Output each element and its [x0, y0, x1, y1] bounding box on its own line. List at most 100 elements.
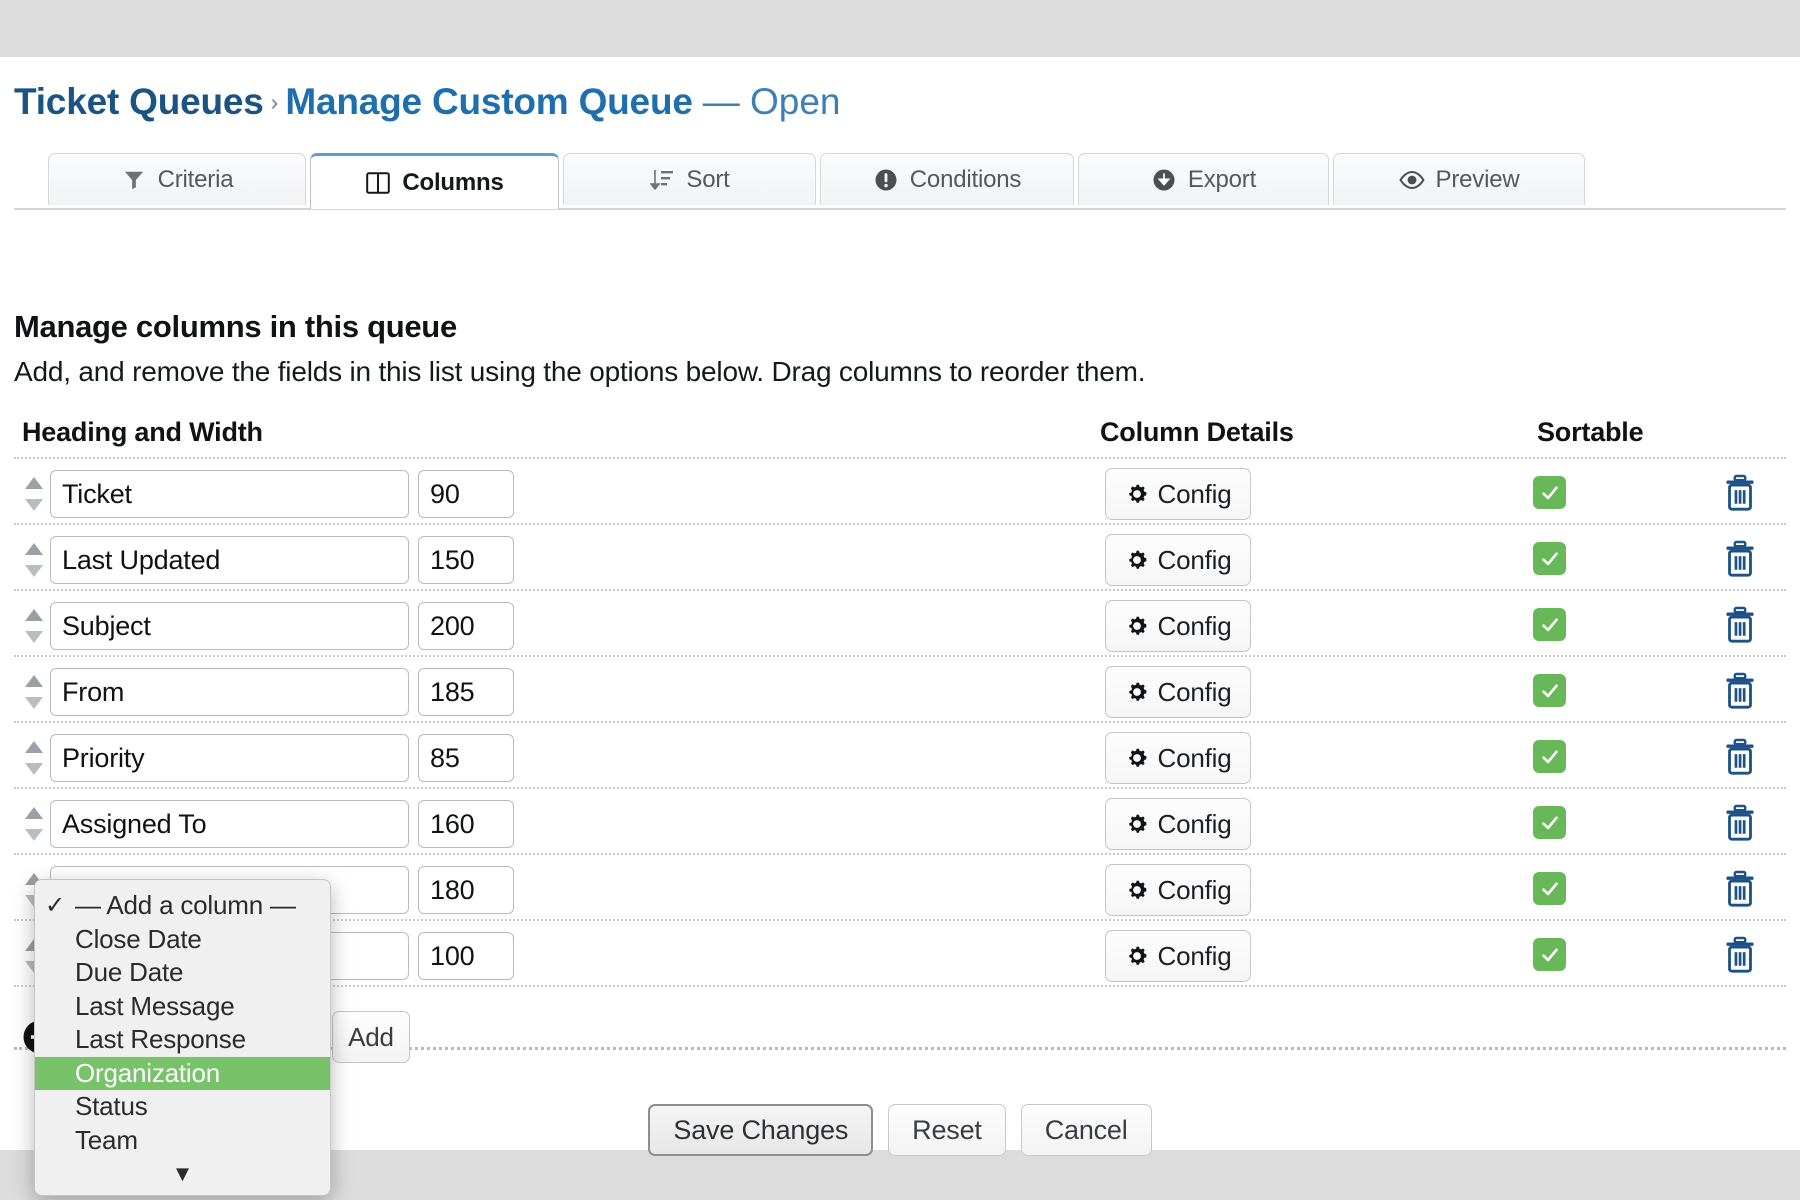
- sortable-checkbox[interactable]: [1533, 476, 1566, 509]
- sortable-checkbox[interactable]: [1533, 806, 1566, 839]
- add-button[interactable]: Add: [332, 1011, 410, 1063]
- download-circle-icon: [1151, 167, 1177, 193]
- row-separator: [14, 853, 1786, 855]
- config-button-label: Config: [1158, 875, 1232, 906]
- delete-column-icon[interactable]: [1723, 804, 1757, 842]
- config-button-label: Config: [1158, 611, 1232, 642]
- sortable-checkbox[interactable]: [1533, 608, 1566, 641]
- save-changes-button[interactable]: Save Changes: [648, 1104, 873, 1156]
- delete-column-icon[interactable]: [1723, 738, 1757, 776]
- gear-icon: [1125, 548, 1149, 572]
- add-column-dropdown-menu[interactable]: ✓— Add a column —Close DateDue DateLast …: [34, 879, 331, 1196]
- config-button[interactable]: Config: [1105, 864, 1251, 916]
- config-button[interactable]: Config: [1105, 468, 1251, 520]
- delete-column-icon[interactable]: [1723, 474, 1757, 512]
- table-row: Config: [0, 791, 1800, 857]
- column-width-input[interactable]: [418, 470, 514, 518]
- row-separator: [14, 721, 1786, 723]
- sortable-checkbox[interactable]: [1533, 674, 1566, 707]
- dropdown-item[interactable]: ✓— Add a column —: [35, 889, 330, 923]
- config-button[interactable]: Config: [1105, 798, 1251, 850]
- config-button[interactable]: Config: [1105, 930, 1251, 982]
- delete-column-icon[interactable]: [1723, 606, 1757, 644]
- drag-handle-icon[interactable]: [22, 673, 46, 711]
- column-width-input[interactable]: [418, 602, 514, 650]
- column-width-input[interactable]: [418, 734, 514, 782]
- column-width-input[interactable]: [418, 800, 514, 848]
- row-separator: [14, 589, 1786, 591]
- drag-handle-icon[interactable]: [22, 475, 46, 513]
- cancel-button[interactable]: Cancel: [1021, 1104, 1152, 1156]
- reset-button[interactable]: Reset: [888, 1104, 1006, 1156]
- dropdown-item[interactable]: Last Response: [35, 1023, 330, 1057]
- page-title: Manage columns in this queue: [14, 309, 457, 345]
- tab-criteria-label: Criteria: [158, 166, 234, 194]
- dropdown-item-label: Close Date: [75, 924, 330, 955]
- page-content: Ticket Queues›Manage Custom Queue— Open …: [0, 57, 1800, 1150]
- dropdown-item-label: Last Response: [75, 1024, 330, 1055]
- filter-icon: [121, 167, 147, 193]
- column-heading-input[interactable]: [50, 800, 409, 848]
- delete-column-icon[interactable]: [1723, 672, 1757, 710]
- column-width-input[interactable]: [418, 668, 514, 716]
- breadcrumb-current-page: Manage Custom Queue: [285, 81, 692, 122]
- breadcrumb-separator-icon: ›: [264, 89, 286, 115]
- column-width-input[interactable]: [418, 536, 514, 584]
- column-heading-input[interactable]: [50, 734, 409, 782]
- dropdown-item[interactable]: Close Date: [35, 923, 330, 957]
- breadcrumb: Ticket Queues›Manage Custom Queue— Open: [14, 79, 841, 125]
- column-heading-input[interactable]: [50, 536, 409, 584]
- delete-column-icon[interactable]: [1723, 936, 1757, 974]
- table-row: Config: [0, 725, 1800, 791]
- tab-columns-label: Columns: [402, 169, 503, 197]
- tab-columns[interactable]: Columns: [310, 153, 559, 209]
- config-button-label: Config: [1158, 743, 1232, 774]
- column-heading-input[interactable]: [50, 602, 409, 650]
- drag-handle-icon[interactable]: [22, 739, 46, 777]
- config-button[interactable]: Config: [1105, 732, 1251, 784]
- drag-handle-icon[interactable]: [22, 541, 46, 579]
- dropdown-item[interactable]: Team: [35, 1124, 330, 1158]
- tab-export[interactable]: Export: [1078, 153, 1329, 205]
- column-width-input[interactable]: [418, 866, 514, 914]
- dropdown-item[interactable]: Last Message: [35, 990, 330, 1024]
- gear-icon: [1125, 878, 1149, 902]
- tab-preview[interactable]: Preview: [1333, 153, 1585, 205]
- top-chrome-band: [0, 0, 1800, 57]
- column-heading-input[interactable]: [50, 470, 409, 518]
- tab-export-label: Export: [1188, 166, 1256, 194]
- config-button[interactable]: Config: [1105, 534, 1251, 586]
- dropdown-item[interactable]: Status: [35, 1090, 330, 1124]
- exclamation-circle-icon: [873, 167, 899, 193]
- config-button-label: Config: [1158, 941, 1232, 972]
- sortable-checkbox[interactable]: [1533, 740, 1566, 773]
- column-heading-input[interactable]: [50, 668, 409, 716]
- delete-column-icon[interactable]: [1723, 540, 1757, 578]
- chevron-down-icon[interactable]: ▼: [35, 1157, 330, 1191]
- columns-icon: [365, 170, 391, 196]
- config-button[interactable]: Config: [1105, 666, 1251, 718]
- breadcrumb-dash: —: [693, 81, 740, 122]
- tab-sort[interactable]: Sort: [563, 153, 816, 205]
- sortable-checkbox[interactable]: [1533, 542, 1566, 575]
- sortable-checkbox[interactable]: [1533, 872, 1566, 905]
- row-separator: [14, 787, 1786, 789]
- drag-handle-icon[interactable]: [22, 805, 46, 843]
- breadcrumb-link-ticket-queues[interactable]: Ticket Queues: [14, 81, 264, 122]
- dropdown-item-label: Organization: [75, 1058, 330, 1089]
- drag-handle-icon[interactable]: [22, 607, 46, 645]
- config-button[interactable]: Config: [1105, 600, 1251, 652]
- tab-preview-label: Preview: [1436, 166, 1520, 194]
- config-button-label: Config: [1158, 677, 1232, 708]
- config-button-label: Config: [1158, 479, 1232, 510]
- gear-icon: [1125, 614, 1149, 638]
- dropdown-item[interactable]: Due Date: [35, 956, 330, 990]
- tab-conditions[interactable]: Conditions: [820, 153, 1074, 205]
- table-row: Config: [0, 593, 1800, 659]
- queue-state-label: Open: [750, 81, 841, 122]
- column-width-input[interactable]: [418, 932, 514, 980]
- sortable-checkbox[interactable]: [1533, 938, 1566, 971]
- delete-column-icon[interactable]: [1723, 870, 1757, 908]
- tab-criteria[interactable]: Criteria: [48, 153, 306, 205]
- dropdown-item[interactable]: Organization: [35, 1057, 330, 1091]
